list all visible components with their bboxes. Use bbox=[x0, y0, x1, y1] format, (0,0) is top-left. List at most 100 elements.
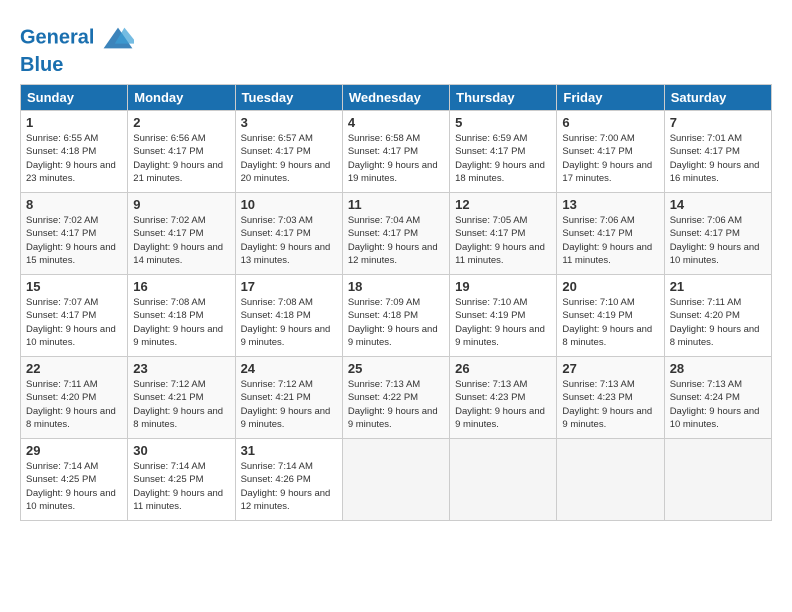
day-info: Sunrise: 7:09 AM Sunset: 4:18 PM Dayligh… bbox=[348, 296, 444, 349]
day-number: 11 bbox=[348, 197, 444, 212]
day-number: 7 bbox=[670, 115, 766, 130]
day-info: Sunrise: 7:10 AM Sunset: 4:19 PM Dayligh… bbox=[455, 296, 551, 349]
calendar-week-row: 29 Sunrise: 7:14 AM Sunset: 4:25 PM Dayl… bbox=[21, 439, 772, 521]
day-info: Sunrise: 7:11 AM Sunset: 4:20 PM Dayligh… bbox=[670, 296, 766, 349]
day-info: Sunrise: 6:55 AM Sunset: 4:18 PM Dayligh… bbox=[26, 132, 122, 185]
calendar-cell: 16 Sunrise: 7:08 AM Sunset: 4:18 PM Dayl… bbox=[128, 275, 235, 357]
day-info: Sunrise: 6:56 AM Sunset: 4:17 PM Dayligh… bbox=[133, 132, 229, 185]
day-number: 30 bbox=[133, 443, 229, 458]
calendar-week-row: 8 Sunrise: 7:02 AM Sunset: 4:17 PM Dayli… bbox=[21, 193, 772, 275]
calendar-week-row: 1 Sunrise: 6:55 AM Sunset: 4:18 PM Dayli… bbox=[21, 111, 772, 193]
calendar-cell: 2 Sunrise: 6:56 AM Sunset: 4:17 PM Dayli… bbox=[128, 111, 235, 193]
day-number: 29 bbox=[26, 443, 122, 458]
calendar-cell bbox=[342, 439, 449, 521]
day-number: 25 bbox=[348, 361, 444, 376]
day-info: Sunrise: 7:14 AM Sunset: 4:25 PM Dayligh… bbox=[133, 460, 229, 513]
day-info: Sunrise: 7:13 AM Sunset: 4:24 PM Dayligh… bbox=[670, 378, 766, 431]
calendar-cell: 26 Sunrise: 7:13 AM Sunset: 4:23 PM Dayl… bbox=[450, 357, 557, 439]
logo-icon bbox=[102, 22, 134, 54]
weekday-header-row: Sunday Monday Tuesday Wednesday Thursday… bbox=[21, 85, 772, 111]
calendar-cell: 27 Sunrise: 7:13 AM Sunset: 4:23 PM Dayl… bbox=[557, 357, 664, 439]
calendar-cell: 22 Sunrise: 7:11 AM Sunset: 4:20 PM Dayl… bbox=[21, 357, 128, 439]
day-info: Sunrise: 7:03 AM Sunset: 4:17 PM Dayligh… bbox=[241, 214, 337, 267]
calendar-cell: 29 Sunrise: 7:14 AM Sunset: 4:25 PM Dayl… bbox=[21, 439, 128, 521]
day-number: 18 bbox=[348, 279, 444, 294]
day-info: Sunrise: 6:57 AM Sunset: 4:17 PM Dayligh… bbox=[241, 132, 337, 185]
calendar-cell: 1 Sunrise: 6:55 AM Sunset: 4:18 PM Dayli… bbox=[21, 111, 128, 193]
calendar-cell: 31 Sunrise: 7:14 AM Sunset: 4:26 PM Dayl… bbox=[235, 439, 342, 521]
day-number: 23 bbox=[133, 361, 229, 376]
calendar-cell: 14 Sunrise: 7:06 AM Sunset: 4:17 PM Dayl… bbox=[664, 193, 771, 275]
day-number: 21 bbox=[670, 279, 766, 294]
day-number: 14 bbox=[670, 197, 766, 212]
header-monday: Monday bbox=[128, 85, 235, 111]
day-info: Sunrise: 7:12 AM Sunset: 4:21 PM Dayligh… bbox=[241, 378, 337, 431]
calendar-cell: 4 Sunrise: 6:58 AM Sunset: 4:17 PM Dayli… bbox=[342, 111, 449, 193]
day-info: Sunrise: 7:07 AM Sunset: 4:17 PM Dayligh… bbox=[26, 296, 122, 349]
day-number: 20 bbox=[562, 279, 658, 294]
header: General Blue bbox=[20, 18, 772, 76]
day-info: Sunrise: 7:01 AM Sunset: 4:17 PM Dayligh… bbox=[670, 132, 766, 185]
day-number: 28 bbox=[670, 361, 766, 376]
calendar-cell: 30 Sunrise: 7:14 AM Sunset: 4:25 PM Dayl… bbox=[128, 439, 235, 521]
day-number: 12 bbox=[455, 197, 551, 212]
day-info: Sunrise: 6:58 AM Sunset: 4:17 PM Dayligh… bbox=[348, 132, 444, 185]
logo: General Blue bbox=[20, 22, 134, 76]
calendar-cell: 25 Sunrise: 7:13 AM Sunset: 4:22 PM Dayl… bbox=[342, 357, 449, 439]
calendar-cell: 20 Sunrise: 7:10 AM Sunset: 4:19 PM Dayl… bbox=[557, 275, 664, 357]
calendar-cell: 23 Sunrise: 7:12 AM Sunset: 4:21 PM Dayl… bbox=[128, 357, 235, 439]
calendar-cell: 10 Sunrise: 7:03 AM Sunset: 4:17 PM Dayl… bbox=[235, 193, 342, 275]
day-number: 31 bbox=[241, 443, 337, 458]
day-number: 16 bbox=[133, 279, 229, 294]
calendar-cell: 6 Sunrise: 7:00 AM Sunset: 4:17 PM Dayli… bbox=[557, 111, 664, 193]
day-number: 6 bbox=[562, 115, 658, 130]
calendar-cell: 13 Sunrise: 7:06 AM Sunset: 4:17 PM Dayl… bbox=[557, 193, 664, 275]
header-wednesday: Wednesday bbox=[342, 85, 449, 111]
day-number: 13 bbox=[562, 197, 658, 212]
calendar-table: Sunday Monday Tuesday Wednesday Thursday… bbox=[20, 84, 772, 521]
day-number: 3 bbox=[241, 115, 337, 130]
calendar-cell: 15 Sunrise: 7:07 AM Sunset: 4:17 PM Dayl… bbox=[21, 275, 128, 357]
calendar-cell: 19 Sunrise: 7:10 AM Sunset: 4:19 PM Dayl… bbox=[450, 275, 557, 357]
day-info: Sunrise: 7:06 AM Sunset: 4:17 PM Dayligh… bbox=[562, 214, 658, 267]
header-thursday: Thursday bbox=[450, 85, 557, 111]
day-info: Sunrise: 7:13 AM Sunset: 4:23 PM Dayligh… bbox=[562, 378, 658, 431]
day-info: Sunrise: 7:04 AM Sunset: 4:17 PM Dayligh… bbox=[348, 214, 444, 267]
day-info: Sunrise: 7:05 AM Sunset: 4:17 PM Dayligh… bbox=[455, 214, 551, 267]
calendar-cell: 11 Sunrise: 7:04 AM Sunset: 4:17 PM Dayl… bbox=[342, 193, 449, 275]
logo-blue-text: Blue bbox=[20, 54, 134, 76]
day-number: 27 bbox=[562, 361, 658, 376]
calendar-cell: 24 Sunrise: 7:12 AM Sunset: 4:21 PM Dayl… bbox=[235, 357, 342, 439]
calendar-cell: 17 Sunrise: 7:08 AM Sunset: 4:18 PM Dayl… bbox=[235, 275, 342, 357]
page-container: General Blue Sunday Monday Tuesday Wedne… bbox=[0, 0, 792, 531]
day-info: Sunrise: 7:11 AM Sunset: 4:20 PM Dayligh… bbox=[26, 378, 122, 431]
calendar-cell: 3 Sunrise: 6:57 AM Sunset: 4:17 PM Dayli… bbox=[235, 111, 342, 193]
day-info: Sunrise: 7:02 AM Sunset: 4:17 PM Dayligh… bbox=[26, 214, 122, 267]
day-info: Sunrise: 7:08 AM Sunset: 4:18 PM Dayligh… bbox=[241, 296, 337, 349]
calendar-cell: 18 Sunrise: 7:09 AM Sunset: 4:18 PM Dayl… bbox=[342, 275, 449, 357]
calendar-cell bbox=[664, 439, 771, 521]
calendar-cell: 12 Sunrise: 7:05 AM Sunset: 4:17 PM Dayl… bbox=[450, 193, 557, 275]
day-number: 17 bbox=[241, 279, 337, 294]
logo-text: General bbox=[20, 22, 134, 54]
day-number: 19 bbox=[455, 279, 551, 294]
day-number: 9 bbox=[133, 197, 229, 212]
day-info: Sunrise: 7:12 AM Sunset: 4:21 PM Dayligh… bbox=[133, 378, 229, 431]
day-number: 10 bbox=[241, 197, 337, 212]
calendar-cell: 9 Sunrise: 7:02 AM Sunset: 4:17 PM Dayli… bbox=[128, 193, 235, 275]
day-number: 4 bbox=[348, 115, 444, 130]
day-info: Sunrise: 7:10 AM Sunset: 4:19 PM Dayligh… bbox=[562, 296, 658, 349]
day-info: Sunrise: 6:59 AM Sunset: 4:17 PM Dayligh… bbox=[455, 132, 551, 185]
day-number: 15 bbox=[26, 279, 122, 294]
calendar-cell: 28 Sunrise: 7:13 AM Sunset: 4:24 PM Dayl… bbox=[664, 357, 771, 439]
header-saturday: Saturday bbox=[664, 85, 771, 111]
calendar-cell: 7 Sunrise: 7:01 AM Sunset: 4:17 PM Dayli… bbox=[664, 111, 771, 193]
calendar-cell: 21 Sunrise: 7:11 AM Sunset: 4:20 PM Dayl… bbox=[664, 275, 771, 357]
calendar-cell bbox=[557, 439, 664, 521]
header-friday: Friday bbox=[557, 85, 664, 111]
day-number: 26 bbox=[455, 361, 551, 376]
day-number: 2 bbox=[133, 115, 229, 130]
day-info: Sunrise: 7:00 AM Sunset: 4:17 PM Dayligh… bbox=[562, 132, 658, 185]
calendar-week-row: 22 Sunrise: 7:11 AM Sunset: 4:20 PM Dayl… bbox=[21, 357, 772, 439]
header-sunday: Sunday bbox=[21, 85, 128, 111]
